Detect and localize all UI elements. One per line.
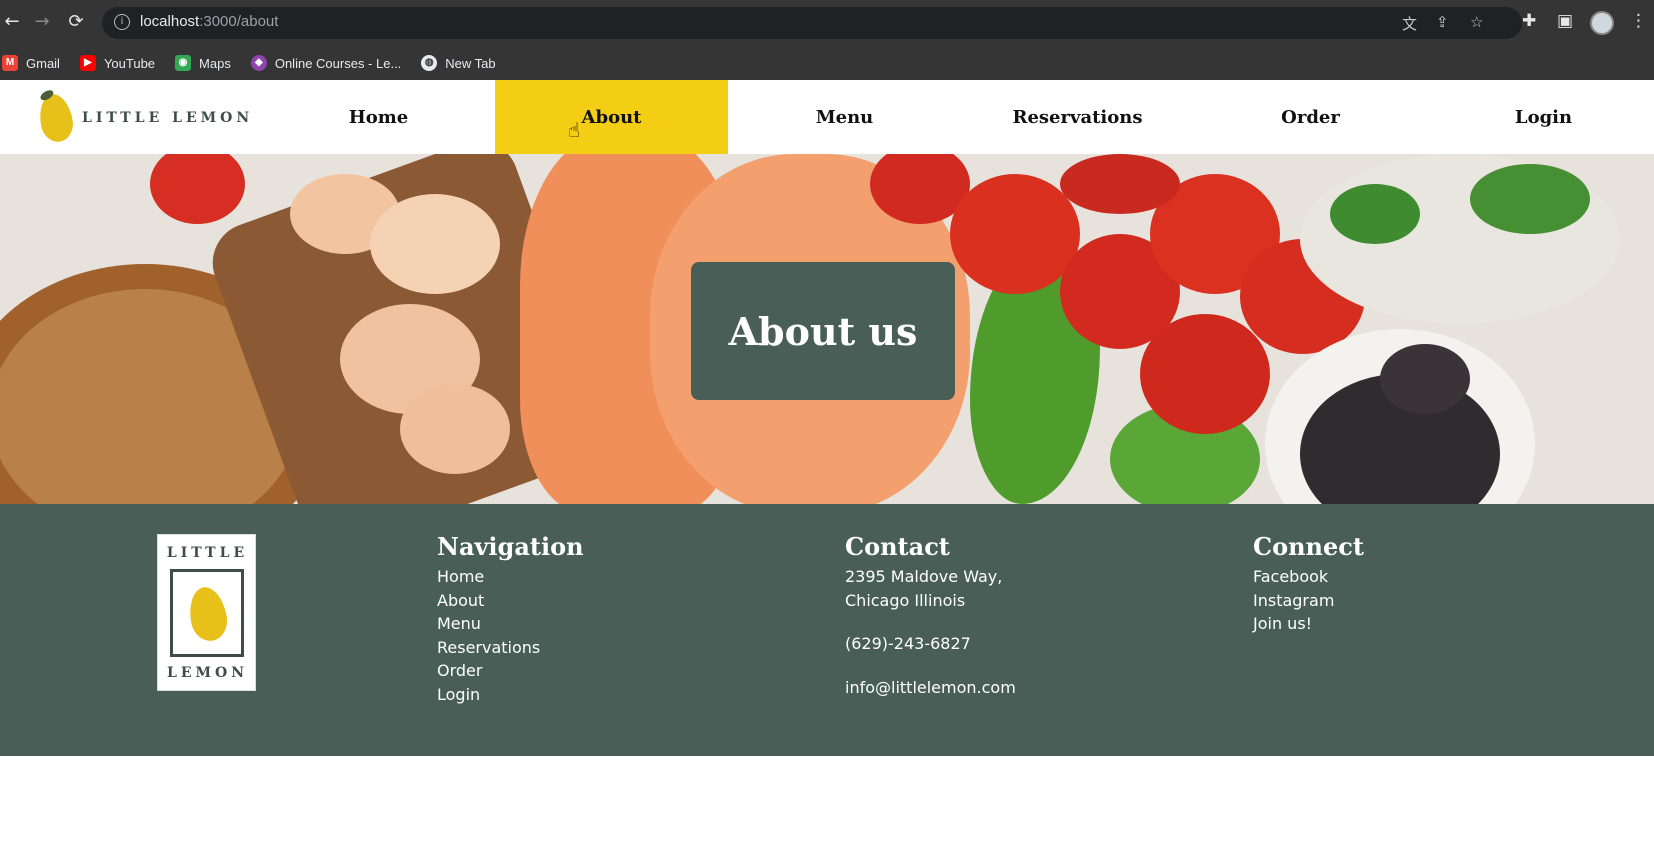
bookmark-maps[interactable]: ◉ Maps [175,55,231,71]
bookmark-label: YouTube [103,55,156,71]
footer-logo[interactable]: LITTLE LEMON [157,534,256,691]
extensions-icon[interactable]: ✚ [1522,11,1536,31]
site-logo[interactable]: LITTLE LEMON [36,91,254,145]
browser-toolbar: ← → ⟳ i localhost:3000/about 文 ⇪ ☆ ✚ ▣ ⋮ [0,0,1654,46]
reload-icon[interactable]: ⟳ [64,10,88,34]
bookmark-label: Maps [199,55,231,71]
bookmark-label: New Tab [445,55,496,71]
contact-address-line1: 2395 Maldove Way, [845,567,1003,586]
site-footer: LITTLE LEMON Navigation Home About Menu … [0,504,1654,756]
footer-link-order[interactable]: Order [437,659,584,683]
connect-facebook-link[interactable]: Facebook [1253,565,1364,589]
hand-cursor-icon: ☝ [568,118,581,142]
globe-icon: ◍ [421,55,438,71]
connect-join-link[interactable]: Join us! [1253,612,1364,636]
url-path: :3000/about [199,13,279,30]
site-header: LITTLE LEMON Home About Menu Reservation… [0,80,1654,154]
address-bar[interactable]: i localhost:3000/about 文 ⇪ ☆ [102,7,1522,39]
hero-banner: About us [0,154,1654,504]
footer-link-menu[interactable]: Menu [437,612,584,636]
footer-link-reservations[interactable]: Reservations [437,636,584,660]
bookmark-gmail[interactable]: M Gmail [2,55,60,71]
nav-reservations[interactable]: Reservations [961,80,1194,154]
back-icon[interactable]: ← [0,10,24,34]
page-bottom-whitespace [0,756,1654,856]
profile-avatar[interactable] [1590,11,1614,35]
site-info-icon[interactable]: i [114,14,130,30]
share-icon[interactable]: ⇪ [1436,13,1449,31]
hero-title-box: About us [691,262,955,400]
contact-address-line2: Chicago Illinois [845,590,966,610]
footer-link-home[interactable]: Home [437,565,584,589]
nav-menu[interactable]: Menu [728,80,961,154]
connect-instagram-link[interactable]: Instagram [1253,589,1364,613]
contact-email[interactable]: info@littlelemon.com [845,676,1016,700]
footer-connect: Connect Facebook Instagram Join us! [1253,532,1364,636]
page-title: About us [728,308,918,354]
footer-link-about[interactable]: About [437,589,584,613]
youtube-icon: ▶ [79,55,96,71]
bookmark-label: Gmail [26,55,60,71]
url-host: localhost [140,13,200,30]
more-menu-icon[interactable]: ⋮ [1630,11,1647,31]
footer-logo-bottom: LEMON [166,665,248,681]
bookmark-star-icon[interactable]: ☆ [1470,13,1483,31]
footer-connect-heading: Connect [1253,532,1364,561]
translate-icon[interactable]: 文 [1402,13,1417,34]
nav-login[interactable]: Login [1427,80,1654,154]
footer-navigation: Navigation Home About Menu Reservations … [437,532,584,707]
footer-contact: Contact 2395 Maldove Way, Chicago Illino… [845,532,1016,699]
bookmark-youtube[interactable]: ▶ YouTube [79,55,156,71]
nav-order[interactable]: Order [1194,80,1427,154]
footer-link-login[interactable]: Login [437,683,584,707]
footer-contact-heading: Contact [845,532,950,561]
forward-icon[interactable]: → [30,10,54,34]
footer-logo-top: LITTLE [166,545,249,561]
bookmarks-bar: M Gmail ▶ YouTube ◉ Maps ◆ Online Course… [0,46,1654,80]
bookmark-new-tab[interactable]: ◍ New Tab [421,55,496,71]
maps-icon: ◉ [175,55,192,71]
contact-phone[interactable]: (629)-243-6827 [845,632,1016,656]
courses-icon: ◆ [250,55,267,71]
nav-home[interactable]: Home [262,80,495,154]
bookmark-online-courses[interactable]: ◆ Online Courses - Le... [250,55,402,71]
gmail-icon: M [2,55,18,71]
logo-text: LITTLE LEMON [82,110,254,126]
bookmark-label: Online Courses - Le... [274,55,402,71]
lemon-icon [36,91,76,145]
main-nav: Home About Menu Reservations Order Login [262,80,1654,154]
footer-navigation-heading: Navigation [437,532,584,561]
nav-about[interactable]: About [495,80,728,154]
side-panel-icon[interactable]: ▣ [1557,11,1573,31]
